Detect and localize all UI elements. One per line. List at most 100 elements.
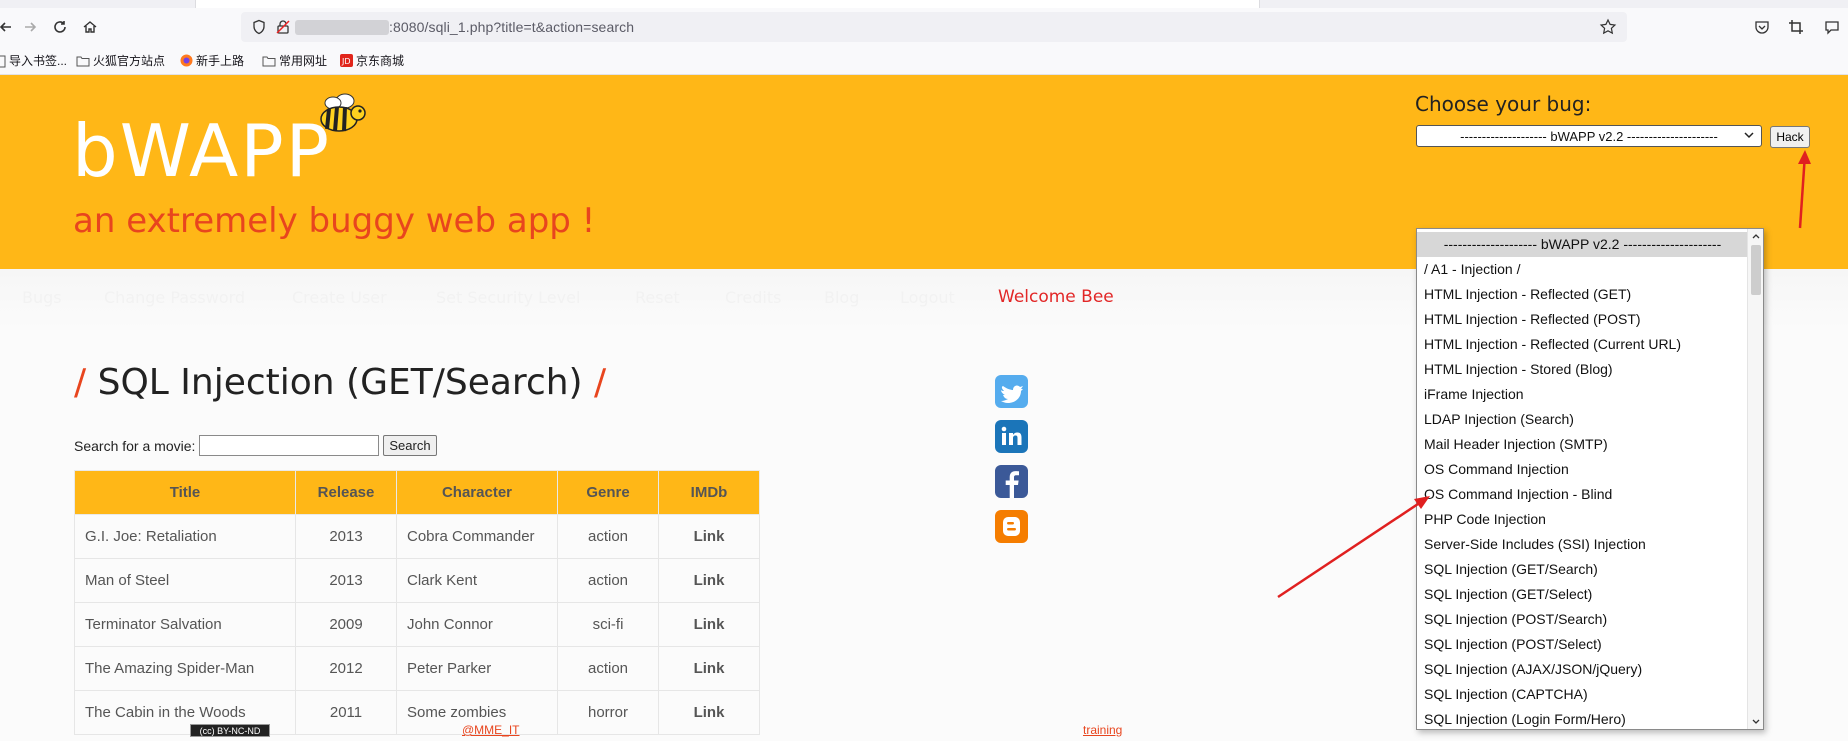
folder-icon — [262, 55, 276, 67]
dropdown-option[interactable]: Server-Side Includes (SSI) Injection — [1417, 532, 1748, 557]
bookmark-star-icon[interactable] — [1599, 18, 1617, 41]
bookmark-firefox-official[interactable]: 火狐官方站点 — [76, 52, 165, 69]
dropdown-option[interactable]: PHP Code Injection — [1417, 507, 1748, 532]
bug-select-value: -------------------- bWAPP v2.2 --------… — [1460, 128, 1718, 144]
crop-screenshot-icon[interactable] — [1786, 17, 1806, 37]
movie-release: 2013 — [295, 514, 397, 559]
jd-icon: JD — [340, 54, 353, 67]
dropdown-option[interactable]: SQL Injection (POST/Search) — [1417, 607, 1748, 632]
dropdown-option[interactable]: SQL Injection (POST/Select) — [1417, 632, 1748, 657]
tab-strip — [0, 0, 1848, 8]
dropdown-option[interactable]: LDAP Injection (Search) — [1417, 407, 1748, 432]
bookmark-label: 火狐官方站点 — [93, 54, 166, 68]
linkedin-icon[interactable] — [995, 420, 1028, 453]
dropdown-option[interactable]: SQL Injection (CAPTCHA) — [1417, 682, 1748, 707]
welcome-message: Welcome Bee — [998, 287, 1114, 307]
dropdown-option[interactable]: SQL Injection (GET/Select) — [1417, 582, 1748, 607]
imdb-link[interactable]: Link — [658, 514, 760, 559]
blogger-icon[interactable] — [995, 510, 1028, 543]
dropdown-option[interactable]: SQL Injection (AJAX/JSON/jQuery) — [1417, 657, 1748, 682]
imdb-link[interactable]: Link — [658, 646, 760, 691]
dropdown-option[interactable]: HTML Injection - Reflected (Current URL) — [1417, 332, 1748, 357]
movie-genre: action — [557, 558, 659, 603]
dropdown-option[interactable]: OS Command Injection — [1417, 457, 1748, 482]
movie-character: John Connor — [396, 602, 558, 647]
imdb-link[interactable]: Link — [658, 558, 760, 603]
movie-release: 2013 — [295, 558, 397, 603]
menu-set-security-level[interactable]: Set Security Level — [436, 288, 580, 307]
movies-table: Title Release Character Genre IMDb G.I. … — [74, 470, 760, 735]
back-icon[interactable] — [0, 15, 18, 39]
menu-create-user[interactable]: Create User — [292, 288, 387, 307]
choose-bug-label: Choose your bug: — [1415, 92, 1592, 116]
table-row: Man of Steel 2013 Clark Kent action Link — [74, 558, 760, 603]
dropdown-option[interactable]: HTML Injection - Reflected (POST) — [1417, 307, 1748, 332]
dropdown-option[interactable]: SQL Injection (GET/Search) — [1417, 557, 1748, 582]
pocket-icon[interactable] — [1752, 17, 1772, 37]
dropdown-option[interactable]: SQL Injection (Login Form/Hero) — [1417, 707, 1748, 729]
bookmark-jd[interactable]: JD 京东商城 — [340, 52, 404, 69]
dropdown-option[interactable]: OS Command Injection - Blind — [1417, 482, 1748, 507]
menu-change-password[interactable]: Change Password — [104, 288, 245, 307]
reload-icon[interactable] — [48, 15, 72, 39]
title-slash-left: / — [74, 362, 87, 403]
menu-blog[interactable]: Blog — [824, 288, 859, 307]
dropdown-scrollbar-thumb[interactable] — [1751, 245, 1761, 295]
dropdown-option[interactable]: iFrame Injection — [1417, 382, 1748, 407]
redacted-host — [295, 20, 389, 35]
footer-twitter-link[interactable]: @MME_IT — [462, 723, 520, 737]
movie-genre: action — [557, 514, 659, 559]
movie-genre: sci-fi — [557, 602, 659, 647]
firefox-icon — [180, 54, 193, 67]
movie-title: Terminator Salvation — [74, 602, 296, 647]
cc-license-badge[interactable]: (cc) BY-NC-ND — [190, 724, 270, 737]
dropdown-scrollbar[interactable] — [1747, 229, 1763, 729]
bug-select[interactable]: -------------------- bWAPP v2.2 --------… — [1416, 125, 1762, 147]
chevron-down-icon — [1743, 128, 1755, 145]
column-header-title: Title — [74, 470, 296, 515]
menu-bugs[interactable]: Bugs — [22, 288, 62, 307]
facebook-icon[interactable] — [995, 465, 1028, 498]
forward-icon[interactable] — [18, 15, 42, 39]
bookmark-getting-started[interactable]: 新手上路 — [180, 52, 244, 69]
feedback-icon[interactable] — [1822, 17, 1842, 37]
bookmark-label: 京东商城 — [356, 54, 405, 68]
folder-icon — [76, 55, 90, 67]
title-slash-right: / — [594, 362, 607, 403]
dropdown-option[interactable]: HTML Injection - Reflected (GET) — [1417, 282, 1748, 307]
scroll-down-icon — [1752, 719, 1760, 724]
bookmark-common-sites[interactable]: 常用网址 — [262, 52, 327, 69]
search-input[interactable] — [199, 435, 380, 456]
menu-reset[interactable]: Reset — [635, 288, 680, 307]
navigation-toolbar: :8080/sqli_1.php?title=t&action=search — [0, 8, 1848, 46]
menu-logout[interactable]: Logout — [900, 288, 955, 307]
dropdown-option-selected[interactable]: -------------------- bWAPP v2.2 --------… — [1417, 232, 1748, 257]
hack-button[interactable]: Hack — [1770, 126, 1810, 148]
dropdown-option[interactable]: Mail Header Injection (SMTP) — [1417, 432, 1748, 457]
url-text[interactable]: :8080/sqli_1.php?title=t&action=search — [389, 19, 634, 35]
svg-text:JD: JD — [341, 57, 351, 66]
shield-icon[interactable] — [251, 19, 267, 40]
movie-genre: action — [557, 646, 659, 691]
address-bar[interactable]: :8080/sqli_1.php?title=t&action=search — [241, 12, 1627, 42]
dropdown-option[interactable]: HTML Injection - Stored (Blog) — [1417, 357, 1748, 382]
home-icon[interactable] — [78, 15, 102, 39]
active-tab-edge — [195, 0, 1260, 8]
page-title-text: SQL Injection (GET/Search) — [97, 362, 583, 403]
dropdown-option[interactable]: / A1 - Injection / — [1417, 257, 1748, 282]
movie-title: Man of Steel — [74, 558, 296, 603]
imdb-link[interactable]: Link — [658, 602, 760, 647]
menu-credits[interactable]: Credits — [725, 288, 781, 307]
insecure-lock-icon[interactable] — [275, 19, 291, 40]
site-logo[interactable]: bWAPP — [72, 109, 331, 193]
search-button[interactable]: Search — [383, 435, 437, 456]
bookmark-import[interactable]: 导入书签... — [0, 52, 67, 69]
movie-character: Clark Kent — [396, 558, 558, 603]
import-icon — [0, 54, 6, 68]
table-row: The Amazing Spider-Man 2012 Peter Parker… — [74, 646, 760, 691]
bug-select-dropdown: -------------------- bWAPP v2.2 --------… — [1416, 228, 1764, 730]
column-header-imdb: IMDb — [658, 470, 760, 515]
twitter-icon[interactable] — [995, 375, 1028, 408]
footer-training-link[interactable]: training — [1083, 723, 1122, 737]
bookmark-label: 新手上路 — [196, 54, 245, 68]
